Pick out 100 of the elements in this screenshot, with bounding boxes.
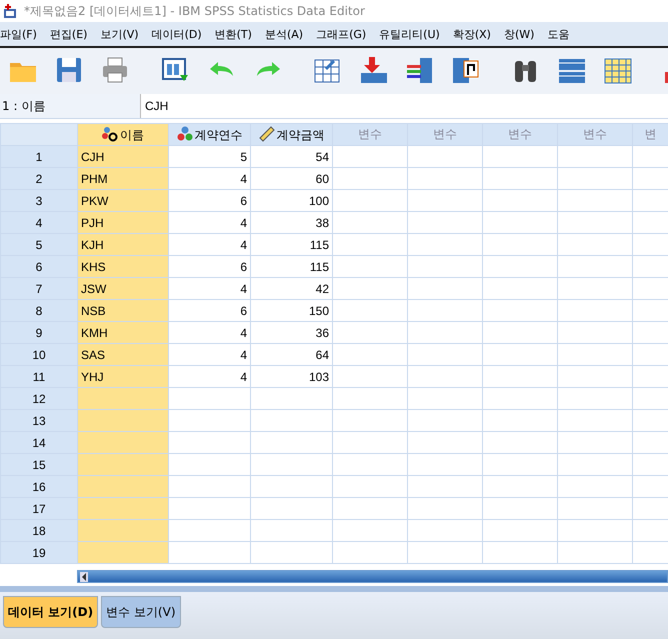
table-cell[interactable] bbox=[558, 146, 632, 168]
row-number[interactable]: 17 bbox=[0, 498, 78, 520]
table-cell[interactable] bbox=[168, 498, 250, 520]
table-cell[interactable] bbox=[558, 542, 632, 564]
table-cell[interactable]: 100 bbox=[250, 190, 332, 212]
table-cell[interactable]: PKW bbox=[78, 190, 168, 212]
row-number[interactable]: 6 bbox=[0, 256, 78, 278]
table-cell[interactable] bbox=[78, 476, 168, 498]
row-number[interactable]: 12 bbox=[0, 388, 78, 410]
table-cell[interactable] bbox=[332, 212, 408, 234]
table-cell[interactable] bbox=[332, 366, 408, 388]
table-cell[interactable]: 6 bbox=[168, 300, 250, 322]
table-cell[interactable]: 54 bbox=[250, 146, 332, 168]
table-cell[interactable]: 4 bbox=[168, 322, 250, 344]
horizontal-scrollbar[interactable] bbox=[77, 570, 668, 583]
table-cell[interactable] bbox=[250, 520, 332, 542]
table-cell[interactable] bbox=[482, 300, 558, 322]
table-cell[interactable] bbox=[250, 498, 332, 520]
table-cell[interactable]: 150 bbox=[250, 300, 332, 322]
row-number[interactable]: 9 bbox=[0, 322, 78, 344]
table-cell[interactable]: PHM bbox=[78, 168, 168, 190]
table-cell[interactable] bbox=[408, 234, 482, 256]
table-cell[interactable] bbox=[558, 234, 632, 256]
menu-item[interactable]: 분석(A) bbox=[264, 26, 304, 42]
table-cell[interactable] bbox=[408, 322, 482, 344]
table-cell[interactable] bbox=[558, 520, 632, 542]
table-cell[interactable] bbox=[408, 410, 482, 432]
table-cell[interactable] bbox=[482, 366, 558, 388]
table-cell[interactable]: JSW bbox=[78, 278, 168, 300]
table-cell[interactable] bbox=[250, 432, 332, 454]
table-cell[interactable] bbox=[482, 278, 558, 300]
table-cell[interactable] bbox=[408, 454, 482, 476]
menu-item[interactable]: 데이터(D) bbox=[152, 26, 202, 42]
row-number[interactable]: 19 bbox=[0, 542, 78, 564]
table-cell[interactable] bbox=[558, 410, 632, 432]
table-cell[interactable] bbox=[558, 278, 632, 300]
table-cell[interactable]: 4 bbox=[168, 234, 250, 256]
table-cell[interactable] bbox=[408, 520, 482, 542]
row-number[interactable]: 14 bbox=[0, 432, 78, 454]
table-cell[interactable] bbox=[558, 322, 632, 344]
table-cell[interactable]: 103 bbox=[250, 366, 332, 388]
table-cell[interactable] bbox=[332, 322, 408, 344]
table-cell[interactable] bbox=[332, 388, 408, 410]
table-cell[interactable] bbox=[482, 234, 558, 256]
table-cell[interactable]: NSB bbox=[78, 300, 168, 322]
table-cell[interactable] bbox=[482, 256, 558, 278]
row-number[interactable]: 15 bbox=[0, 454, 78, 476]
table-cell[interactable] bbox=[168, 432, 250, 454]
table-cell[interactable] bbox=[78, 454, 168, 476]
table-cell[interactable] bbox=[408, 476, 482, 498]
table-cell[interactable] bbox=[558, 388, 632, 410]
column-header[interactable]: 이름 bbox=[78, 124, 168, 146]
table-cell[interactable] bbox=[482, 190, 558, 212]
table-cell[interactable] bbox=[332, 476, 408, 498]
table-cell[interactable] bbox=[408, 190, 482, 212]
table-cell[interactable] bbox=[332, 168, 408, 190]
table-cell[interactable] bbox=[482, 432, 558, 454]
table-cell[interactable] bbox=[250, 542, 332, 564]
table-cell[interactable] bbox=[168, 388, 250, 410]
table-cell[interactable] bbox=[168, 410, 250, 432]
table-cell[interactable]: 60 bbox=[250, 168, 332, 190]
view-tab[interactable]: 데이터 보기(D) bbox=[3, 596, 98, 628]
column-header[interactable]: 계약금액 bbox=[250, 124, 332, 146]
table-cell[interactable] bbox=[482, 454, 558, 476]
table-cell[interactable] bbox=[558, 366, 632, 388]
table-cell[interactable]: KMH bbox=[78, 322, 168, 344]
table-cell[interactable] bbox=[250, 454, 332, 476]
table-cell[interactable]: 4 bbox=[168, 278, 250, 300]
table-cell[interactable] bbox=[332, 454, 408, 476]
row-number[interactable]: 16 bbox=[0, 476, 78, 498]
table-cell[interactable] bbox=[482, 212, 558, 234]
table-cell[interactable] bbox=[482, 520, 558, 542]
table-cell[interactable] bbox=[78, 432, 168, 454]
table-cell[interactable] bbox=[558, 190, 632, 212]
table-cell[interactable]: 4 bbox=[168, 344, 250, 366]
table-cell[interactable] bbox=[332, 190, 408, 212]
menu-item[interactable]: 변환(T) bbox=[214, 26, 252, 42]
table-cell[interactable]: 42 bbox=[250, 278, 332, 300]
table-cell[interactable] bbox=[332, 278, 408, 300]
table-cell[interactable] bbox=[482, 322, 558, 344]
table-cell[interactable] bbox=[482, 388, 558, 410]
table-cell[interactable] bbox=[558, 498, 632, 520]
menu-item[interactable]: 편집(E) bbox=[50, 26, 88, 42]
table-cell[interactable] bbox=[482, 542, 558, 564]
table-cell[interactable] bbox=[482, 498, 558, 520]
table-cell[interactable] bbox=[250, 410, 332, 432]
menu-item[interactable]: 파일(F) bbox=[0, 26, 37, 42]
table-cell[interactable]: 36 bbox=[250, 322, 332, 344]
table-cell[interactable] bbox=[332, 542, 408, 564]
table-cell[interactable]: 4 bbox=[168, 168, 250, 190]
table-cell[interactable]: 115 bbox=[250, 256, 332, 278]
table-cell[interactable] bbox=[408, 146, 482, 168]
table-cell[interactable] bbox=[408, 300, 482, 322]
row-number[interactable]: 5 bbox=[0, 234, 78, 256]
table-cell[interactable] bbox=[332, 520, 408, 542]
table-cell[interactable] bbox=[78, 410, 168, 432]
table-cell[interactable]: PJH bbox=[78, 212, 168, 234]
table-cell[interactable] bbox=[558, 300, 632, 322]
row-number[interactable]: 2 bbox=[0, 168, 78, 190]
table-cell[interactable] bbox=[558, 212, 632, 234]
